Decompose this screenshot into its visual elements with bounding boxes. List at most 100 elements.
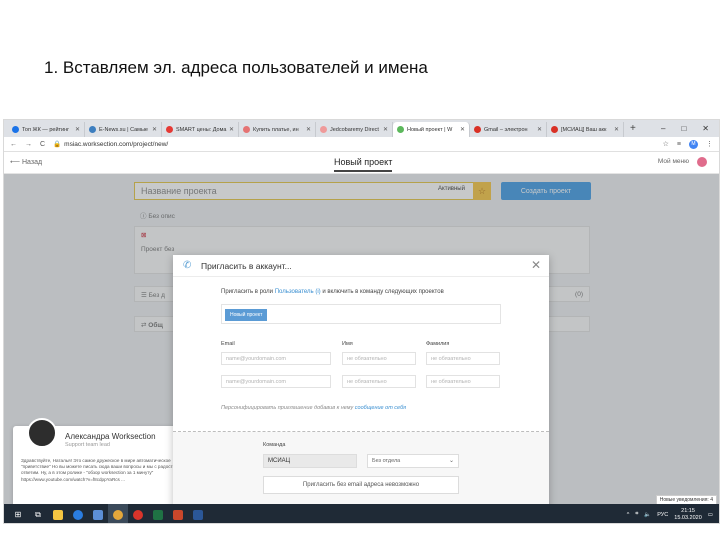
windows-start-icon[interactable]: ⊞ [8, 504, 28, 523]
invite-button[interactable]: Пригласить без email адреса невозможно [263, 476, 459, 494]
invite-modal: ✆ Пригласить в аккаунт... ✕ Пригласить в… [173, 255, 549, 512]
tab-favicon-icon [397, 126, 404, 133]
my-menu-link[interactable]: Мой меню [658, 158, 689, 165]
invite-phone-icon: ✆ [183, 260, 192, 271]
modal-team-section: Команда МСИАЦ Без отдела ⌄ Пригласить без… [173, 432, 549, 512]
store-icon[interactable] [88, 504, 108, 523]
forward-arrow-icon[interactable]: → [25, 141, 32, 148]
last-name-field[interactable]: не обязательно [426, 375, 500, 388]
support-avatar [27, 418, 57, 448]
last-name-field[interactable]: не обязательно [426, 352, 500, 365]
browser-tab[interactable]: E-News.su | Самые ✕ [85, 122, 162, 137]
url-field[interactable]: 🔒 msiac.worksection.com/project/new/ [53, 140, 168, 148]
close-window-button[interactable]: ✕ [702, 124, 709, 133]
close-tab-icon[interactable]: ✕ [612, 126, 619, 133]
slide: 1. Вставляем эл. адреса пользователей и … [0, 0, 720, 540]
close-tab-icon[interactable]: ✕ [381, 126, 388, 133]
email-column-label: Email [221, 341, 235, 347]
clock[interactable]: 21:15 15.03.2020 [674, 508, 702, 521]
close-icon[interactable]: ✕ [531, 258, 541, 272]
modal-header: ✆ Пригласить в аккаунт... ✕ [173, 255, 549, 277]
opera-icon[interactable] [128, 504, 148, 523]
back-arrow-icon: ⟵ [10, 159, 22, 166]
slide-heading: 1. Вставляем эл. адреса пользователей и … [44, 58, 428, 77]
excel-icon[interactable] [148, 504, 168, 523]
modal-title: Пригласить в аккаунт... [201, 261, 292, 271]
close-tab-icon[interactable]: ✕ [304, 126, 311, 133]
browser-tab[interactable]: Топ ЖК — рейтинг ✕ [8, 122, 85, 137]
minimize-button[interactable]: – [661, 124, 665, 133]
app-header: ⟵ Назад Новый проект Мой меню [4, 152, 719, 174]
maximize-button[interactable]: □ [681, 124, 686, 133]
language-indicator[interactable]: РУС [657, 512, 668, 518]
tab-title: E-News.su | Самые [99, 126, 148, 133]
task-view-icon[interactable]: ⧉ [28, 504, 48, 523]
address-bar-actions: ☆ ≡ M ⋮ [663, 139, 713, 149]
windows-taskbar: ⊞ ⧉ ^ ⌗ 🔈 РУС 21:15 15.03.2020 ▭ [4, 504, 719, 523]
network-icon[interactable]: ⌗ [635, 511, 638, 518]
system-tray: ^ ⌗ 🔈 РУС 21:15 15.03.2020 ▭ [627, 508, 719, 521]
tab-title: Gmail – электрон [484, 126, 528, 133]
powerpoint-icon[interactable] [168, 504, 188, 523]
volume-icon[interactable]: 🔈 [644, 512, 651, 518]
app-body: Название проекта Активный ☆ Создать прое… [4, 174, 719, 516]
browser-tab[interactable]: Jedcobaremy Direct ✕ [316, 122, 393, 137]
close-tab-icon[interactable]: ✕ [458, 126, 465, 133]
action-center-icon[interactable]: ▭ [708, 512, 713, 518]
browser-tab[interactable]: SMART цены: Дома ✕ [162, 122, 239, 137]
browser-tab-bar: Топ ЖК — рейтинг ✕ E-News.su | Самые ✕ SMA… [4, 120, 719, 137]
lock-icon: 🔒 [53, 141, 62, 148]
browser-screenshot: Топ ЖК — рейтинг ✕ E-News.su | Самые ✕ SMA… [3, 119, 720, 524]
support-role: Support team lead [65, 442, 110, 448]
tray-expand-icon[interactable]: ^ [627, 512, 630, 518]
back-link[interactable]: ⟵ Назад [10, 158, 42, 166]
browser-tab[interactable]: Купить платье, ин ✕ [239, 122, 316, 137]
tab-title: SMART цены: Дома [176, 126, 227, 133]
support-name: Александра Worksection [65, 432, 156, 441]
tab-favicon-icon [320, 126, 327, 133]
close-tab-icon[interactable]: ✕ [150, 126, 157, 133]
email-field[interactable]: name@yourdomain.com [221, 352, 331, 365]
profile-avatar[interactable]: M [689, 139, 698, 149]
url-text: msiac.worksection.com/project/new/ [64, 141, 169, 148]
explorer-icon[interactable] [48, 504, 68, 523]
browser-tab[interactable]: [МСИАЦ] Ваш акк ✕ [547, 122, 624, 137]
browser-tab[interactable]: Gmail – электрон ✕ [470, 122, 547, 137]
word-icon[interactable] [188, 504, 208, 523]
projects-field[interactable]: Новый проект [221, 304, 501, 324]
tab-favicon-icon [12, 126, 19, 133]
extensions-icon[interactable]: ≡ [677, 141, 681, 148]
more-menu-icon[interactable]: ⋮ [706, 140, 713, 148]
first-name-field[interactable]: не обязательно [342, 352, 416, 365]
tab-title: Купить платье, ин [253, 126, 299, 133]
department-select[interactable]: Без отдела ⌄ [367, 454, 459, 468]
chrome-icon[interactable] [108, 504, 128, 523]
role-link[interactable]: Пользователь (i) [275, 289, 321, 295]
back-arrow-icon[interactable]: ← [10, 141, 17, 148]
browser-tab-active[interactable]: Новый проект | W ✕ [393, 122, 470, 137]
star-icon[interactable]: ☆ [663, 140, 669, 148]
address-bar: ← → C 🔒 msiac.worksection.com/project/new… [4, 137, 719, 152]
team-label: Команда [263, 442, 286, 448]
close-tab-icon[interactable]: ✕ [227, 126, 234, 133]
tab-title: Jedcobaremy Direct [330, 126, 379, 133]
team-input[interactable]: МСИАЦ [263, 454, 357, 468]
personal-message-link[interactable]: сообщение от себя [355, 405, 406, 411]
page-title: Новый проект [334, 157, 393, 172]
edge-icon[interactable] [68, 504, 88, 523]
tab-favicon-icon [89, 126, 96, 133]
close-tab-icon[interactable]: ✕ [73, 126, 80, 133]
user-avatar[interactable] [697, 157, 707, 167]
window-controls: – □ ✕ [661, 124, 719, 133]
email-field[interactable]: name@yourdomain.com [221, 375, 331, 388]
gmail-icon [551, 126, 558, 133]
project-chip[interactable]: Новый проект [225, 309, 268, 321]
tab-title: [МСИАЦ] Ваш акк [561, 126, 607, 133]
reload-icon[interactable]: C [40, 141, 45, 148]
new-tab-button[interactable]: + [624, 123, 642, 134]
close-tab-icon[interactable]: ✕ [535, 126, 542, 133]
last-name-column-label: Фамилия [426, 341, 450, 347]
tab-favicon-icon [166, 126, 173, 133]
first-name-field[interactable]: не обязательно [342, 375, 416, 388]
gmail-icon [474, 126, 481, 133]
